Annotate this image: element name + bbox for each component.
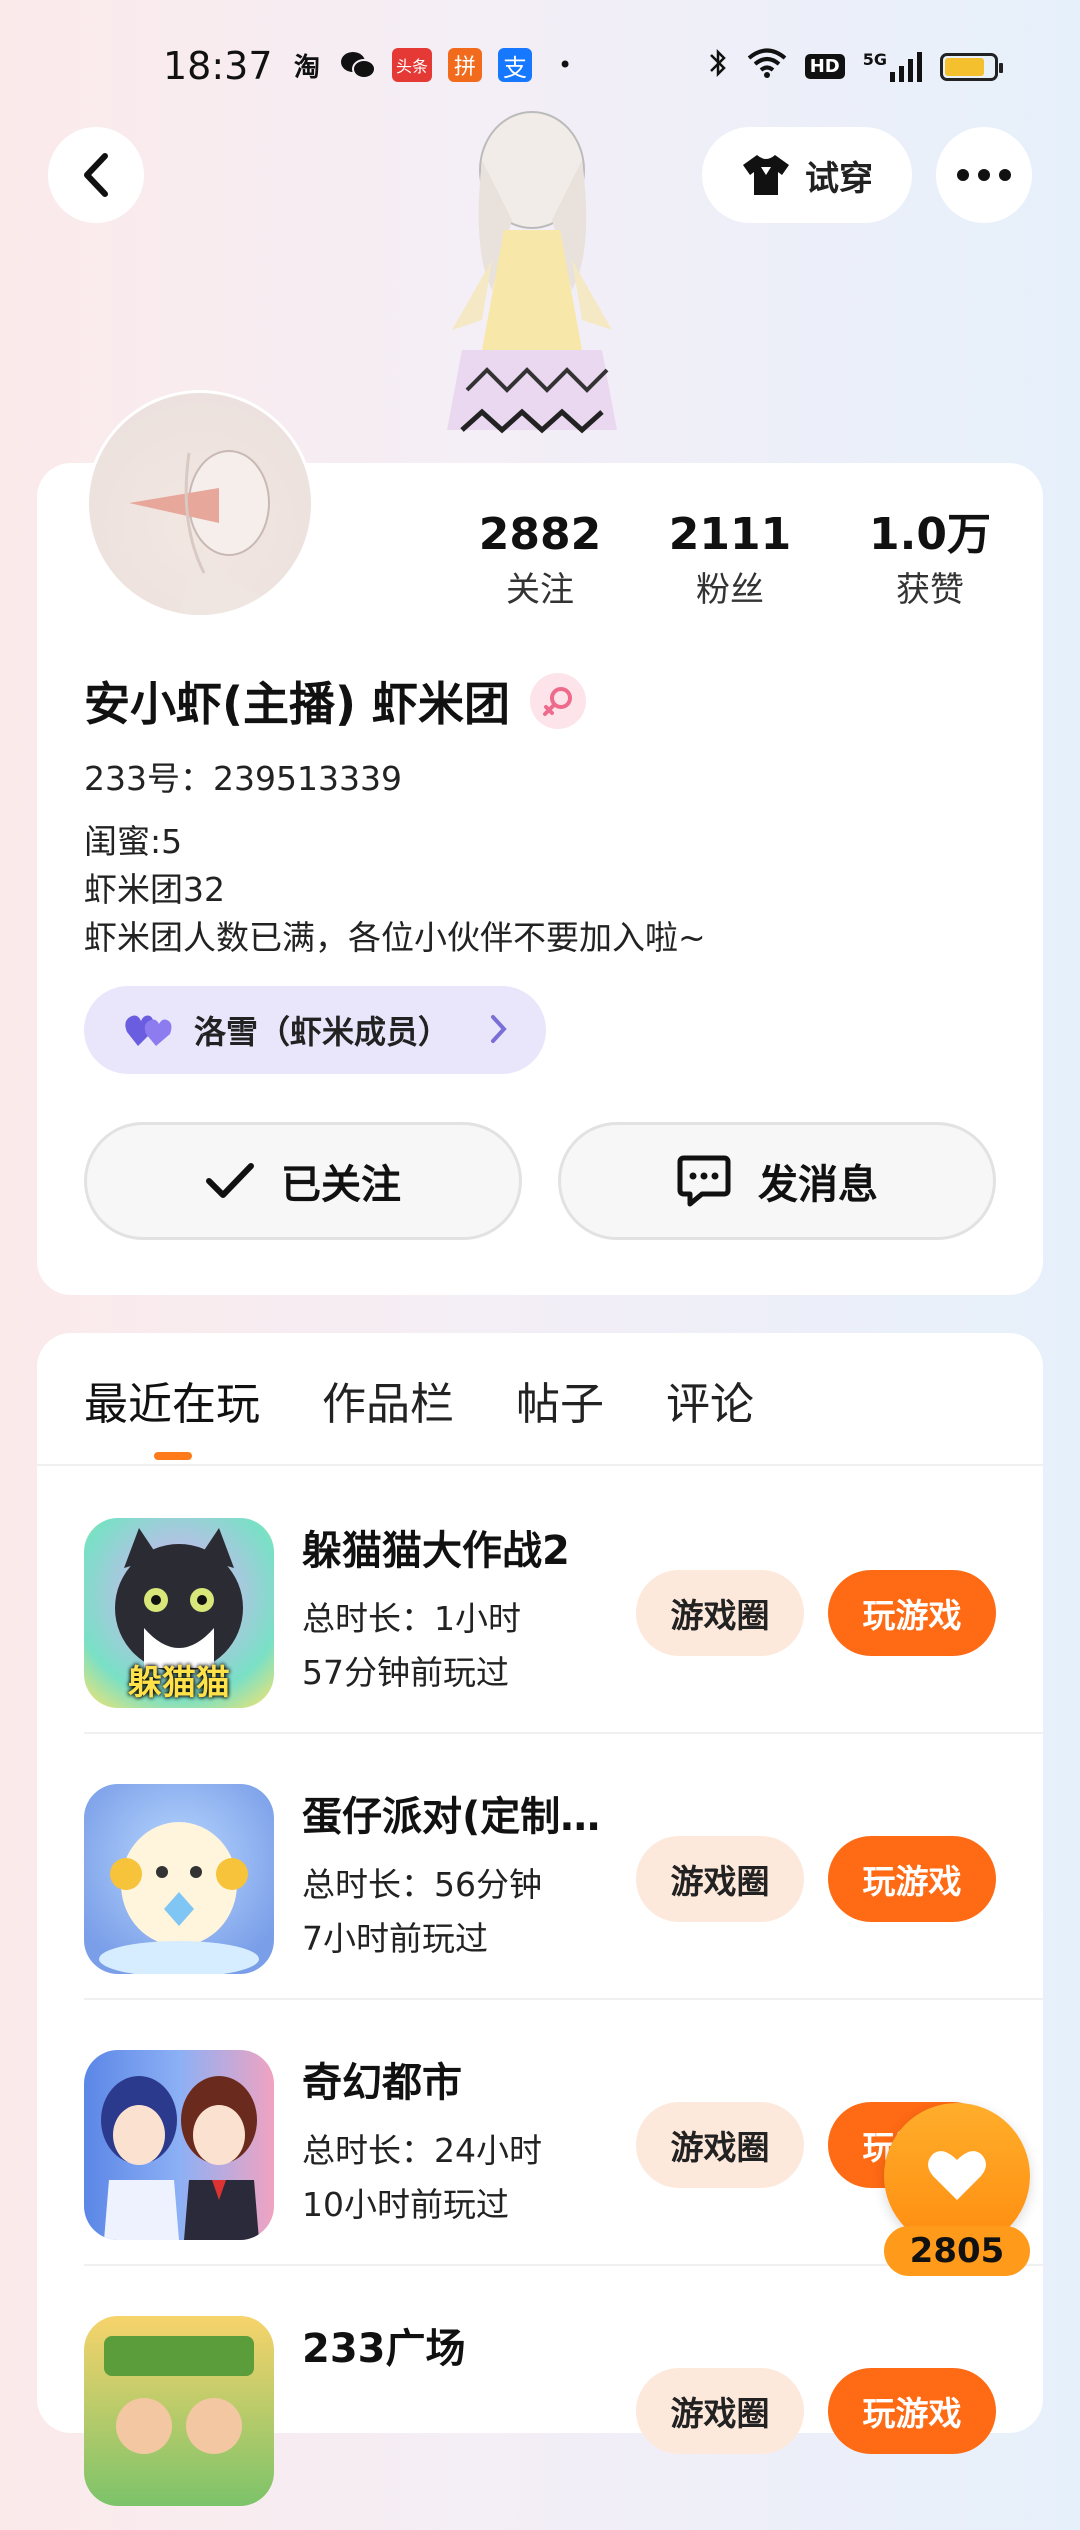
user-id: 233号：239513339 xyxy=(84,752,402,800)
stat-following[interactable]: 2882 关注 xyxy=(440,505,640,615)
tab-works[interactable]: 作品栏 xyxy=(322,1368,454,1452)
tab-posts[interactable]: 帖子 xyxy=(516,1368,604,1452)
group-tag-label: 洛雪（虾米成员） xyxy=(194,1013,451,1051)
game-duration: 总时长：24小时 xyxy=(302,2131,542,2170)
stat-following-value: 2882 xyxy=(478,509,602,560)
play-game-button[interactable]: 玩游戏 xyxy=(828,2368,996,2454)
game-icon-fantasy-city[interactable] xyxy=(84,2050,274,2240)
status-system-icons: HD 5G xyxy=(707,46,1003,87)
game-title[interactable]: 躲猫猫大作战2 xyxy=(302,1518,602,1576)
user-id-value: 239513339 xyxy=(213,759,402,798)
status-app-icons: 淘 头条 拼 支 • xyxy=(290,48,582,83)
game-last-played: 10小时前玩过 xyxy=(302,2185,509,2224)
stat-followers-label: 粉丝 xyxy=(696,570,764,610)
avatar-3d-figure[interactable] xyxy=(412,100,652,470)
game-last-played: 7小时前玩过 xyxy=(302,1919,488,1958)
more-options-button[interactable] xyxy=(936,127,1032,223)
tshirt-icon xyxy=(743,155,789,195)
more-notifications-dot-icon: • xyxy=(557,51,573,79)
wechat-icon xyxy=(340,48,377,82)
profile-name: 安小虾(主播) 虾米团 xyxy=(84,677,511,731)
profile-name-row: 安小虾(主播) 虾米团 xyxy=(84,668,587,734)
hd-icon: HD xyxy=(804,54,845,79)
list-item[interactable]: 躲猫猫 躲猫猫大作战2 总时长：1小时 57分钟前玩过 游戏圈 玩游戏 xyxy=(84,1466,1044,1734)
tab-comments[interactable]: 评论 xyxy=(666,1368,754,1452)
female-gender-icon xyxy=(530,673,587,729)
game-icon-eggy-party[interactable] xyxy=(84,1784,274,1974)
battery-icon xyxy=(940,52,1003,81)
followed-label: 已关注 xyxy=(281,1162,401,1208)
more-dots-icon xyxy=(957,169,1011,181)
chat-bubble-icon xyxy=(677,1155,731,1207)
network-type-label: 5G xyxy=(862,49,887,69)
bio-line: 虾米团32 xyxy=(84,870,225,909)
tab-label: 帖子 xyxy=(516,1379,604,1430)
game-last-played: 57分钟前玩过 xyxy=(302,1653,509,1692)
stat-followers[interactable]: 2111 粉丝 xyxy=(630,505,830,615)
game-circle-button[interactable]: 游戏圈 xyxy=(636,2368,804,2454)
game-title[interactable]: 233广场 xyxy=(302,2316,602,2374)
checkmark-icon xyxy=(206,1163,254,1198)
play-game-button[interactable]: 玩游戏 xyxy=(828,1836,996,1922)
chevron-right-icon xyxy=(491,1015,507,1043)
bio-line: 虾米团人数已满，各位小伙伴不要加入啦~ xyxy=(84,918,706,957)
tab-label: 最近在玩 xyxy=(84,1379,260,1430)
toutiao-icon: 头条 xyxy=(392,48,433,82)
profile-tabs: 最近在玩 作品栏 帖子 评论 xyxy=(84,1368,754,1460)
chevron-left-icon xyxy=(84,153,108,197)
profile-stats: 2882 关注 2111 粉丝 1.0万 获赞 xyxy=(440,505,1040,625)
bluetooth-icon xyxy=(707,46,729,87)
game-circle-button[interactable]: 游戏圈 xyxy=(636,2102,804,2188)
followed-button[interactable]: 已关注 xyxy=(84,1122,522,1240)
game-duration: 总时长：56分钟 xyxy=(302,1865,542,1904)
like-count-badge: 2805 xyxy=(884,2226,1030,2276)
avatar-image xyxy=(89,393,311,615)
stat-likes[interactable]: 1.0万 获赞 xyxy=(830,505,1030,615)
send-message-button[interactable]: 发消息 xyxy=(558,1122,996,1240)
stat-following-label: 关注 xyxy=(506,570,574,610)
game-title[interactable]: 奇幻都市 xyxy=(302,2050,602,2108)
game-title[interactable]: 蛋仔派对(定制… xyxy=(302,1784,602,1842)
try-on-button[interactable]: 试穿 xyxy=(702,127,912,223)
pinduoduo-icon: 拼 xyxy=(448,48,483,82)
tab-recently-played[interactable]: 最近在玩 xyxy=(84,1368,260,1460)
game-circle-button[interactable]: 游戏圈 xyxy=(636,1570,804,1656)
send-message-label: 发消息 xyxy=(758,1162,878,1208)
game-icon-hide-and-seek[interactable]: 躲猫猫 xyxy=(84,1518,274,1708)
tab-label: 评论 xyxy=(666,1379,754,1430)
profile-bio: 闺蜜:5 虾米团32 虾米团人数已满，各位小伙伴不要加入啦~ xyxy=(84,818,706,962)
try-on-label: 试穿 xyxy=(805,158,873,199)
wifi-icon xyxy=(747,47,787,86)
game-icon-233-plaza[interactable] xyxy=(84,2316,274,2506)
stat-followers-value: 2111 xyxy=(668,509,792,560)
play-game-button[interactable]: 玩游戏 xyxy=(828,1570,996,1656)
avatar[interactable] xyxy=(86,390,314,618)
signal-icon: 5G xyxy=(862,49,922,82)
tab-label: 作品栏 xyxy=(322,1379,454,1430)
game-duration: 总时长：1小时 xyxy=(302,1599,521,1638)
list-item[interactable]: 蛋仔派对(定制… 总时长：56分钟 7小时前玩过 游戏圈 玩游戏 xyxy=(84,1732,1044,2000)
heart-icon xyxy=(928,2151,986,2200)
group-member-tag[interactable]: 洛雪（虾米成员） xyxy=(84,986,546,1074)
alipay-icon: 支 xyxy=(498,48,533,82)
active-tab-indicator xyxy=(154,1452,192,1460)
back-button[interactable] xyxy=(48,127,144,223)
double-heart-icon xyxy=(125,1015,172,1046)
taobao-icon: 淘 xyxy=(294,52,321,83)
game-icon-caption: 躲猫猫 xyxy=(128,1663,230,1703)
bio-line: 闺蜜:5 xyxy=(84,822,183,861)
status-time: 18:37 xyxy=(163,44,273,88)
stat-likes-value: 1.0万 xyxy=(869,509,991,560)
user-id-label: 233号： xyxy=(84,759,213,798)
list-item[interactable]: 233广场 游戏圈 玩游戏 xyxy=(84,2264,1044,2530)
game-circle-button[interactable]: 游戏圈 xyxy=(636,1836,804,1922)
stat-likes-label: 获赞 xyxy=(896,570,964,610)
